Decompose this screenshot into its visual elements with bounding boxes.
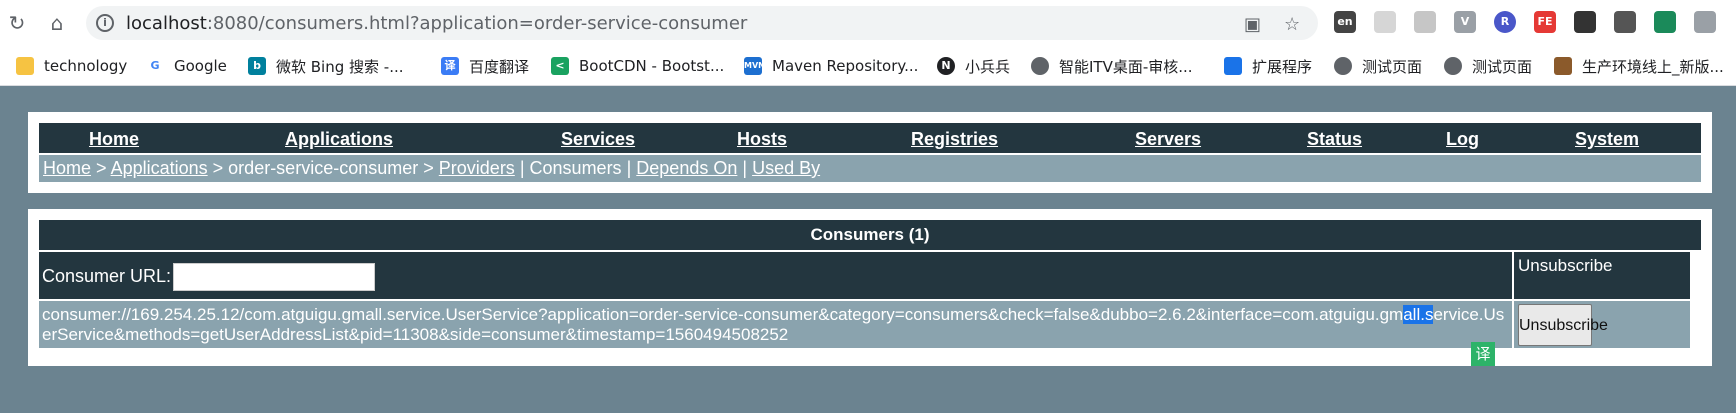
nav-panel: Home Applications Services Hosts Registr… [28,112,1712,193]
nav-system[interactable]: System [1575,129,1639,150]
image-icon [1554,57,1572,75]
maven-icon: MVN [744,57,765,75]
breadcrumb-consumers: Consumers [529,158,622,178]
google-icon: G [146,57,164,75]
bookmark-star-icon[interactable]: ☆ [1284,14,1300,35]
bootcdn-icon: < [551,57,569,75]
bookmark-production[interactable]: 生产环境线上_新版... [1554,55,1724,77]
consumer-search-row: Consumer URL: [39,252,1512,299]
bookmark-google[interactable]: G Google [146,55,227,77]
extension-icon[interactable]: en [1334,11,1356,33]
nav-status[interactable]: Status [1307,129,1362,150]
baidu-translate-icon: 译 [441,57,459,75]
folder-icon [16,57,34,75]
translate-popup-icon[interactable]: 译 [1471,342,1495,366]
globe-icon [1031,57,1049,75]
extension-icon[interactable]: V [1454,11,1476,33]
selected-text: all.s [1403,305,1434,324]
consumers-table-title: Consumers (1) [39,220,1701,250]
breadcrumb-separator: | [519,158,525,178]
breadcrumb-home[interactable]: Home [43,158,91,178]
bookmark-test-page[interactable]: 测试页面 [1444,55,1532,77]
bookmark-extension-icon[interactable] [1574,11,1596,33]
nav-services[interactable]: Services [561,129,635,150]
bookmark-bootcdn[interactable]: < BootCDN - Bootst... [551,55,724,77]
drive-extension-icon[interactable] [1694,11,1716,33]
consumer-url-label: Consumer URL: [42,266,172,286]
nav-applications[interactable]: Applications [285,129,393,150]
bing-icon: b [248,57,266,75]
unsubscribe-cell: Unsubscribe [1514,301,1690,348]
fe-extension-icon[interactable]: FE [1534,11,1556,33]
main-nav: Home Applications Services Hosts Registr… [39,123,1701,153]
globe-icon [1444,57,1462,75]
puzzle-icon [1224,57,1242,75]
nav-log[interactable]: Log [1446,129,1479,150]
notion-icon: N [937,57,955,75]
breadcrumb-used-by[interactable]: Used By [752,158,820,178]
breadcrumb-providers[interactable]: Providers [439,158,515,178]
bookmark-test-page[interactable]: 测试页面 [1334,55,1422,77]
bookmark-baidu-translate[interactable]: 译百度翻译 [441,55,529,77]
nav-home[interactable]: Home [89,129,139,150]
browser-toolbar: ↻ ⌂ i localhost:8080/consumers.html?appl… [0,0,1736,46]
bookmark-bing[interactable]: b 微软 Bing 搜索 -... [248,55,404,77]
home-icon[interactable]: ⌂ [44,10,70,36]
bookmark-extensions[interactable]: 扩展程序 [1224,55,1312,77]
address-bar[interactable]: i localhost:8080/consumers.html?applicat… [86,6,1318,40]
address-bar-url[interactable]: localhost:8080/consumers.html?applicatio… [126,13,747,34]
consumer-url-cell[interactable]: consumer://169.254.25.12/com.atguigu.gma… [39,301,1512,348]
reload-icon[interactable]: ↻ [4,10,30,36]
extension-icon[interactable] [1414,11,1436,33]
extension-icon[interactable] [1374,11,1396,33]
bookmarks-bar: technology G Google b 微软 Bing 搜索 -... 译百度翻… [0,46,1736,86]
breadcrumb-separator: | [626,158,632,178]
breadcrumb-depends-on[interactable]: Depends On [636,158,737,178]
breadcrumb-applications[interactable]: Applications [111,158,208,178]
github-extension-icon[interactable] [1614,11,1636,33]
extension-icon[interactable]: R [1494,11,1516,33]
breadcrumb-separator: | [742,158,748,178]
unsubscribe-column-header: Unsubscribe [1514,252,1690,299]
breadcrumb: Home > Applications > order-service-cons… [39,155,1701,182]
unsubscribe-button[interactable]: Unsubscribe [1518,304,1608,346]
breadcrumb-separator: > [423,158,434,178]
breadcrumb-separator: > [212,158,224,178]
extension-icon[interactable] [1654,11,1676,33]
consumers-panel: Consumers (1) Consumer URL: Unsubscribe … [28,209,1712,366]
globe-icon [1334,57,1352,75]
breadcrumb-application-name: order-service-consumer [228,158,419,178]
nav-servers[interactable]: Servers [1135,129,1201,150]
consumer-url-input[interactable] [173,263,375,291]
bookmark-itv[interactable]: 智能ITV桌面-审核... [1031,55,1193,77]
breadcrumb-separator: > [96,158,107,178]
translate-page-icon[interactable]: ▣ [1244,14,1261,35]
site-info-icon[interactable]: i [96,14,114,32]
bookmark-maven[interactable]: MVN Maven Repository... [744,55,918,77]
bookmark-xiaobingbing[interactable]: N 小兵兵 [937,55,1010,77]
bookmark-technology[interactable]: technology [16,55,127,77]
nav-hosts[interactable]: Hosts [737,129,787,150]
nav-registries[interactable]: Registries [911,129,998,150]
